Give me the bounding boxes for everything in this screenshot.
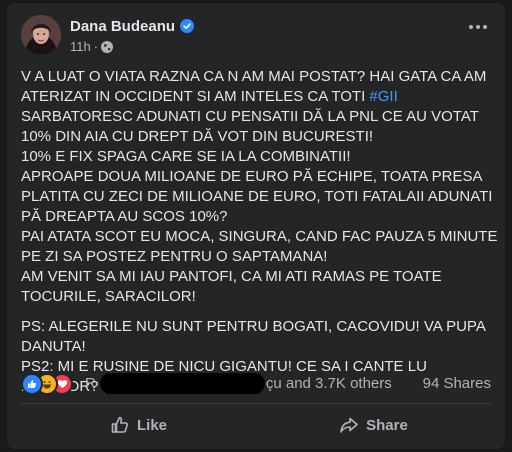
reaction-names[interactable]: R çu and 3.7K others [85,372,392,394]
more-options-icon[interactable] [469,25,487,29]
meta-separator: · [93,39,99,54]
shares-count[interactable]: 94 Shares [423,375,491,392]
like-button[interactable]: Like [21,407,256,443]
post-card: Dana Budeanu 11h · V A LUAT O VIATA RAZN… [7,3,505,449]
author-row: Dana Budeanu [70,16,195,36]
share-label: Share [366,416,408,434]
divider [21,403,491,404]
profile-picture [21,15,61,55]
share-button[interactable]: Share [256,407,491,443]
post-paragraph: AM VENIT SA MI IAU PANTOFI, CA MI ATI RA… [21,268,442,305]
avatar[interactable] [21,15,61,55]
like-label: Like [136,416,167,434]
reaction-names-suffix: çu and 3.7K others [265,374,392,392]
post-paragraph: APROAPE DOUA MILIOANE DE EURO PĂ ECHIPE,… [21,168,493,225]
post-header: Dana Budeanu 11h · [7,3,505,59]
action-bar: Like Share [21,407,491,443]
share-icon [340,417,358,433]
reactions-bar: R çu and 3.7K others 94 Shares [21,370,491,396]
reaction-names-prefix: R [85,374,96,392]
post-paragraph: PAI ATATA SCOT EU MOCA, SINGURA, CAND FA… [21,228,498,265]
thumbs-up-icon [111,416,128,433]
verified-badge-icon [180,19,195,33]
post-meta: 11h · [70,39,114,54]
hashtag-link[interactable]: #GII [369,88,397,105]
redaction-bar [99,372,265,394]
post-paragraph: 10% E FIX SPAGA CARE SE IA LA COMBINATII… [21,148,351,165]
post-body: V A LUAT O VIATA RAZNA CA N AM MAI POSTA… [21,67,499,397]
reaction-icons[interactable] [21,373,79,395]
author-name[interactable]: Dana Budeanu [70,18,175,35]
globe-icon[interactable] [101,40,114,53]
post-paragraph: V A LUAT O VIATA RAZNA CA N AM MAI POSTA… [21,68,487,145]
post-timestamp[interactable]: 11h [70,39,91,54]
like-icon [21,373,43,395]
post-paragraph: PS: ALEGERILE NU SUNT PENTRU BOGATI, CAC… [21,318,486,355]
